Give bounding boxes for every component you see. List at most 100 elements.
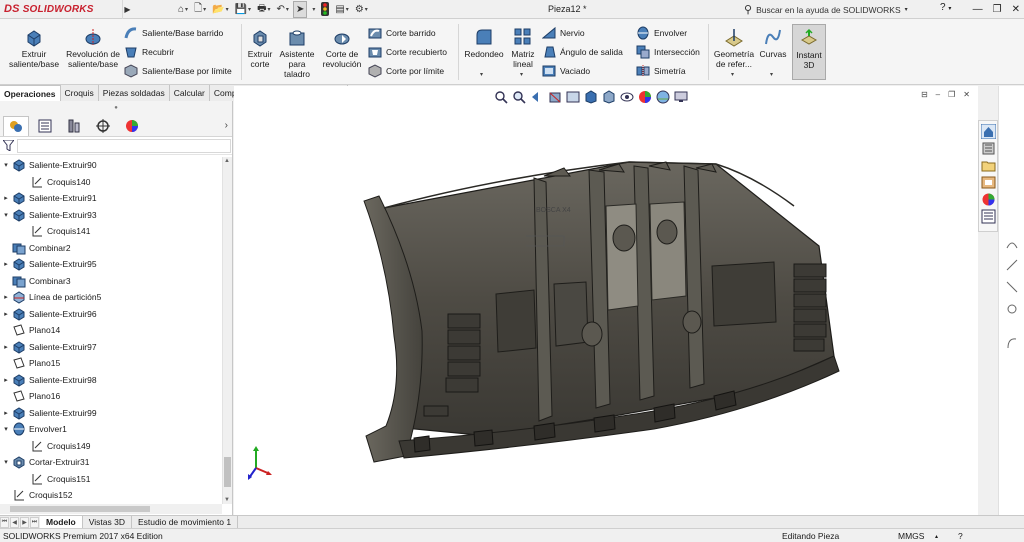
new-document-icon[interactable]: 🗋 ▾ xyxy=(192,1,208,18)
shell-button[interactable]: Vaciado xyxy=(542,63,590,79)
intersect-button[interactable]: Intersección xyxy=(636,44,700,60)
hide-show-items-icon[interactable] xyxy=(620,90,634,104)
dynamic-annotation-icon[interactable] xyxy=(566,90,580,104)
scroll-down-icon[interactable]: ▼ xyxy=(224,497,230,503)
edit-appearance-icon[interactable] xyxy=(638,90,652,104)
tree-node[interactable]: Combinar3 xyxy=(0,273,222,290)
menu-expand-arrow-icon[interactable]: ▶ xyxy=(122,0,132,19)
sketch-tool-icon-1[interactable] xyxy=(1005,236,1019,250)
scroll-up-icon[interactable]: ▲ xyxy=(224,158,230,164)
tree-node[interactable]: ▾ Saliente-Extruir90 xyxy=(0,157,222,174)
revolved-cut-button[interactable]: Corte de revolución xyxy=(320,27,364,69)
feature-manager-tab[interactable] xyxy=(3,115,29,136)
expand-arrow-icon[interactable]: ▸ xyxy=(0,310,12,318)
tree-node[interactable]: Croquis151 xyxy=(0,471,222,488)
expand-arrow-icon[interactable]: ▾ xyxy=(0,458,12,466)
boundary-cut-button[interactable]: Corte por límite xyxy=(368,63,444,79)
file-explorer-icon[interactable] xyxy=(981,158,996,173)
tab-estudio-movimiento[interactable]: Estudio de movimiento 1 xyxy=(132,515,239,529)
expand-arrow-icon[interactable]: ▾ xyxy=(0,161,12,169)
minimize-icon[interactable]: — xyxy=(973,4,983,15)
select-arrow-icon[interactable]: ➤ xyxy=(292,0,308,18)
viewport-restore-icon[interactable]: ❐ xyxy=(948,90,955,99)
tab-operaciones[interactable]: Operaciones xyxy=(0,85,61,101)
tree-node[interactable]: Combinar2 xyxy=(0,240,222,257)
tree-node[interactable]: ▸ Saliente-Extruir97 xyxy=(0,339,222,356)
sketch-tool-icon-4[interactable] xyxy=(1005,302,1019,316)
tab-croquis[interactable]: Croquis xyxy=(60,85,99,101)
tree-node[interactable]: Plano16 xyxy=(0,388,222,405)
hole-wizard-button[interactable]: Asistente para taladro xyxy=(277,27,317,79)
expand-arrow-icon[interactable]: ▸ xyxy=(0,260,12,268)
open-icon[interactable]: 📂 ▾ xyxy=(210,1,230,18)
tree-node[interactable]: Croquis141 xyxy=(0,223,222,240)
tree-node[interactable]: Plano14 xyxy=(0,322,222,339)
tree-node[interactable]: ▾ Cortar-Extruir31 xyxy=(0,454,222,471)
draft-button[interactable]: Ángulo de salida xyxy=(542,44,623,60)
tree-node[interactable]: ▸ Línea de partición5 xyxy=(0,289,222,306)
restore-icon[interactable]: ❐ xyxy=(993,4,1002,15)
extruded-boss-button[interactable]: Extruir saliente/base xyxy=(6,27,62,69)
instant-3d-toggle[interactable]: Instant 3D xyxy=(792,24,826,80)
tab-piezas-soldadas[interactable]: Piezas soldadas xyxy=(98,85,170,101)
solidworks-resources-icon[interactable] xyxy=(980,124,996,139)
panel-more-arrow-icon[interactable]: › xyxy=(225,120,228,131)
scroll-thumb[interactable] xyxy=(224,457,231,487)
wrap-button[interactable]: Envolver xyxy=(636,25,687,41)
status-help-icon[interactable]: ? xyxy=(958,531,963,541)
tree-node[interactable]: ▸ Saliente-Extruir91 xyxy=(0,190,222,207)
tree-node[interactable]: Croquis152 xyxy=(0,487,222,504)
solidworks-logo[interactable]: DS SOLIDWORKS xyxy=(0,0,120,19)
expand-arrow-icon[interactable]: ▸ xyxy=(0,409,12,417)
display-style-icon[interactable] xyxy=(602,90,616,104)
swept-cut-button[interactable]: Corte barrido xyxy=(368,25,436,41)
reference-dropdown-icon[interactable]: ▾ xyxy=(731,71,734,78)
sketch-tool-icon-2[interactable] xyxy=(1005,258,1019,272)
swept-boss-button[interactable]: Saliente/Base barrido xyxy=(124,25,223,41)
extruded-cut-button[interactable]: Extruir corte xyxy=(244,27,276,69)
tree-vertical-scrollbar[interactable]: ▲ ▼ xyxy=(222,157,232,504)
expand-arrow-icon[interactable]: ▾ xyxy=(0,211,12,219)
search-input[interactable]: Buscar en la ayuda de SOLIDWORKS xyxy=(756,5,901,15)
panel-grip[interactable]: ● xyxy=(0,101,232,115)
last-tab-icon[interactable]: ⏭ xyxy=(30,516,39,528)
property-manager-tab[interactable] xyxy=(32,116,58,136)
save-icon[interactable]: 💾 ▾ xyxy=(233,1,253,18)
tab-modelo[interactable]: Modelo xyxy=(40,515,83,529)
filter-input[interactable] xyxy=(17,138,231,153)
rebuild-traffic-light-icon[interactable] xyxy=(319,1,331,18)
close-icon[interactable]: ✕ xyxy=(1012,4,1020,15)
viewport-tile-icon[interactable]: ⊟ xyxy=(921,90,928,99)
expand-arrow-icon[interactable]: ▸ xyxy=(0,343,12,351)
zoom-to-fit-icon[interactable] xyxy=(494,90,508,104)
dimxpert-manager-tab[interactable] xyxy=(90,116,116,136)
pattern-dropdown-icon[interactable]: ▾ xyxy=(520,71,523,78)
units-selector[interactable]: MMGS xyxy=(898,531,924,541)
view-palette-icon[interactable] xyxy=(981,175,996,190)
revolved-boss-button[interactable]: Revolución de saliente/base xyxy=(66,27,120,69)
viewport-close-icon[interactable]: ✕ xyxy=(963,90,970,99)
first-tab-icon[interactable]: ⏮ xyxy=(0,516,9,528)
options-gear-icon[interactable]: ⚙ ▾ xyxy=(353,1,370,18)
help-question-icon[interactable]: ? ▾ xyxy=(940,2,951,13)
mirror-button[interactable]: Simetría xyxy=(636,63,686,79)
configuration-manager-tab[interactable] xyxy=(61,116,87,136)
previous-view-icon[interactable] xyxy=(530,90,544,104)
design-library-icon[interactable] xyxy=(981,141,996,156)
appearances-scenes-icon[interactable] xyxy=(981,192,996,207)
tree-node[interactable]: Croquis149 xyxy=(0,438,222,455)
loft-button[interactable]: Recubrir xyxy=(124,44,174,60)
file-properties-icon[interactable]: ▤ ▾ xyxy=(333,1,350,18)
expand-arrow-icon[interactable]: ▸ xyxy=(0,376,12,384)
expand-arrow-icon[interactable]: ▸ xyxy=(0,293,12,301)
expand-arrow-icon[interactable]: ▸ xyxy=(0,194,12,202)
fillet-button[interactable]: Redondeo xyxy=(462,27,506,59)
tree-node[interactable]: ▸ Saliente-Extruir99 xyxy=(0,405,222,422)
display-manager-tab[interactable] xyxy=(119,116,145,136)
curves-button[interactable]: Curvas xyxy=(758,27,788,59)
units-dropdown-icon[interactable]: ▴ xyxy=(935,533,938,540)
curves-dropdown-icon[interactable]: ▾ xyxy=(770,71,773,78)
zoom-area-icon[interactable] xyxy=(512,90,526,104)
tree-horizontal-scrollbar[interactable] xyxy=(0,504,222,514)
tree-node[interactable]: Croquis140 xyxy=(0,174,222,191)
